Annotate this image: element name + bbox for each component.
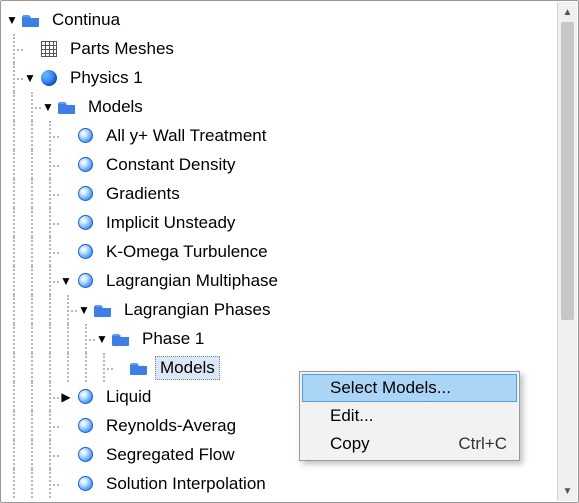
model-icon [75,156,95,174]
globe-icon [39,69,59,87]
model-icon [75,185,95,203]
node-label: Physics 1 [65,66,148,90]
expander-icon[interactable]: ▼ [41,101,55,113]
menu-label: Edit... [330,406,373,426]
folder-icon [21,11,41,29]
model-icon [75,388,95,406]
scroll-up-icon[interactable]: ▲ [558,2,577,22]
expander-icon[interactable]: ▼ [23,72,37,84]
node-label: Continua [47,8,125,32]
mesh-icon [39,40,59,58]
folder-icon [129,359,149,377]
tree-node-phase1[interactable]: ▼ Phase 1 [1,324,556,353]
tree-node-gradients[interactable]: ▶ Gradients [1,179,556,208]
node-label: Phase 1 [137,327,209,351]
node-label: Lagrangian Phases [119,298,276,322]
node-label: Liquid [101,385,156,409]
tree-node-lagrangian-phases[interactable]: ▼ Lagrangian Phases [1,295,556,324]
scroll-thumb[interactable] [561,22,574,320]
model-icon [75,272,95,290]
model-icon [75,417,95,435]
node-label: Lagrangian Multiphase [101,269,283,293]
folder-icon [93,301,113,319]
expander-icon[interactable]: ▼ [95,333,109,345]
node-label: All y+ Wall Treatment [101,124,271,148]
vertical-scrollbar[interactable]: ▲ ▼ [557,2,577,501]
node-label: Models [155,356,220,380]
node-label: Parts Meshes [65,37,179,61]
node-label: Gradients [101,182,185,206]
node-label: Models [83,95,148,119]
tree-node-k-omega[interactable]: ▶ K-Omega Turbulence [1,237,556,266]
scroll-down-icon[interactable]: ▼ [558,481,577,501]
tree-node-solution-interpolation[interactable]: ▶ Solution Interpolation [1,469,556,498]
menu-item-edit[interactable]: Edit... [302,402,517,430]
tree-node-lagrangian-multiphase[interactable]: ▼ Lagrangian Multiphase [1,266,556,295]
node-label: Constant Density [101,153,240,177]
model-icon [75,243,95,261]
expander-icon[interactable]: ▼ [5,14,19,26]
model-icon [75,475,95,493]
tree-node-all-y-plus[interactable]: ▶ All y+ Wall Treatment [1,121,556,150]
node-label: K-Omega Turbulence [101,240,273,264]
tree-node-parts-meshes[interactable]: ▶ Parts Meshes [1,34,556,63]
model-icon [75,214,95,232]
node-label: Solution Interpolation [101,472,271,496]
menu-shortcut: Ctrl+C [434,434,507,454]
expander-icon[interactable]: ▶ [59,391,73,403]
folder-icon [57,98,77,116]
node-label: Reynolds-Averag [101,414,241,438]
tree-node-constant-density[interactable]: ▶ Constant Density [1,150,556,179]
model-icon [75,446,95,464]
tree-node-models[interactable]: ▼ Models [1,92,556,121]
scroll-track[interactable] [558,22,577,481]
menu-item-copy[interactable]: Copy Ctrl+C [302,430,517,458]
context-menu: Select Models... Edit... Copy Ctrl+C [299,371,520,461]
menu-item-select-models[interactable]: Select Models... [302,374,517,402]
tree-node-physics1[interactable]: ▼ Physics 1 [1,63,556,92]
folder-icon [111,330,131,348]
tree-node-continua[interactable]: ▼ Continua [1,5,556,34]
tree-node-implicit-unsteady[interactable]: ▶ Implicit Unsteady [1,208,556,237]
node-label: Implicit Unsteady [101,211,240,235]
menu-label: Copy [330,434,370,454]
expander-icon[interactable]: ▼ [77,304,91,316]
expander-icon[interactable]: ▼ [59,275,73,287]
node-label: Segregated Flow [101,443,240,467]
menu-label: Select Models... [330,378,451,398]
model-icon [75,127,95,145]
tree-panel: ▼ Continua ▶ Parts Meshes ▼ Physics 1 [0,0,579,503]
